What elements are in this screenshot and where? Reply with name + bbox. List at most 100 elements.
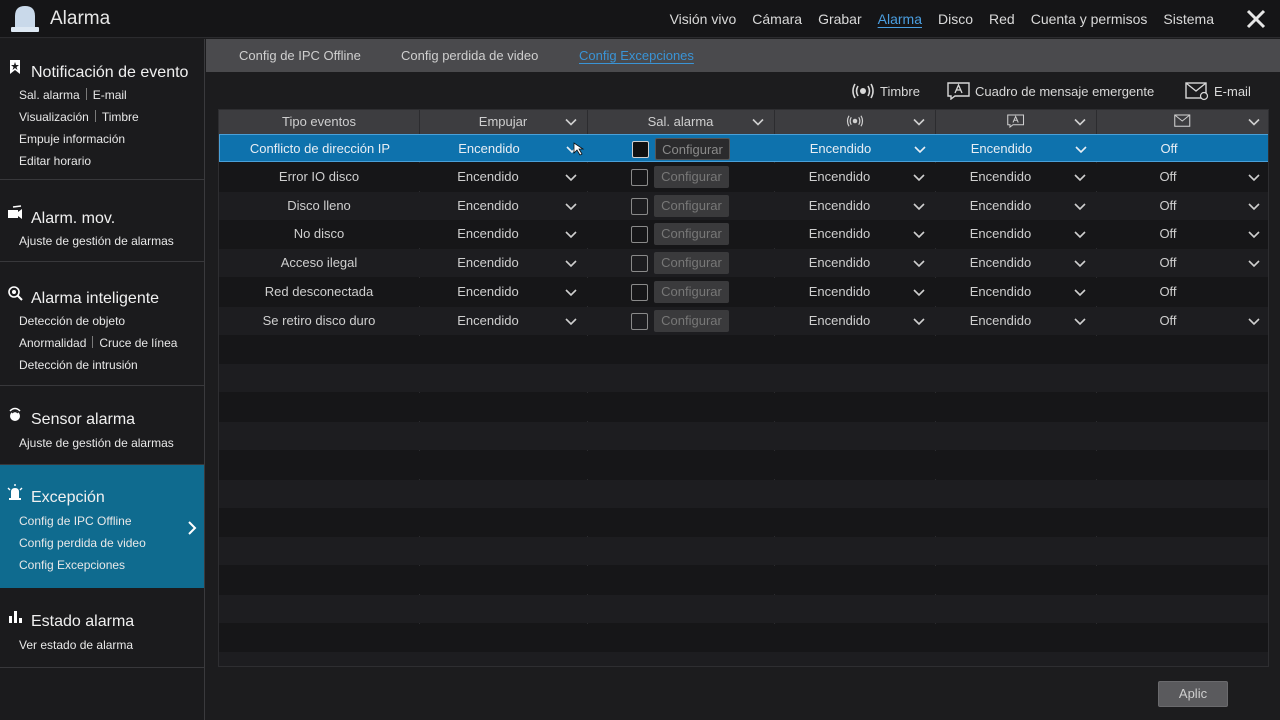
table-row[interactable]: Conflicto de dirección IP Encendido Encend… xyxy=(219,134,1268,163)
nav-cámara[interactable]: Cámara xyxy=(752,11,802,27)
sidebar-item[interactable]: Detección de objeto xyxy=(19,314,125,328)
popup-select[interactable]: Encendido xyxy=(935,192,1066,220)
configure-button[interactable]: Configurar xyxy=(654,309,729,332)
table-row[interactable]: Se retiro disco duro Encendido Encendido En… xyxy=(219,306,1268,335)
buzzer-select[interactable]: Encendido xyxy=(774,220,905,248)
sidebar-item[interactable]: Cruce de línea xyxy=(99,336,177,350)
buzzer-select[interactable]: Encendido xyxy=(774,307,905,335)
configure-button[interactable]: Configurar xyxy=(654,281,729,303)
nav-cuenta-y-permisos[interactable]: Cuenta y permisos xyxy=(1031,11,1148,27)
nav-red[interactable]: Red xyxy=(989,11,1015,27)
motion-icon xyxy=(8,205,22,219)
sidebar-group-title[interactable]: Estado alarma xyxy=(31,613,134,631)
chevron-down-icon xyxy=(1248,174,1260,181)
nav-grabar[interactable]: Grabar xyxy=(818,11,862,27)
chevron-down-icon xyxy=(1248,318,1260,325)
table-row[interactable]: Red desconectada Encendido Encendido Encend… xyxy=(219,278,1268,306)
popup-select[interactable]: Encendido xyxy=(936,135,1067,163)
nav-disco[interactable]: Disco xyxy=(938,11,973,27)
email-select[interactable]: Off xyxy=(1097,135,1241,163)
push-select[interactable]: Encendido xyxy=(419,163,557,191)
sidebar-item[interactable]: Empuje información xyxy=(19,132,125,146)
email-select[interactable]: Off xyxy=(1096,307,1240,335)
sidebar-item[interactable]: Sal. alarma xyxy=(19,88,80,102)
subtab-2[interactable]: Config Excepciones xyxy=(579,48,694,63)
nav-visión-vivo[interactable]: Visión vivo xyxy=(670,11,737,27)
push-select[interactable]: Encendido xyxy=(420,135,558,163)
close-icon[interactable] xyxy=(1244,7,1268,31)
header-chevron-down-icon[interactable] xyxy=(752,117,764,127)
subtab-1[interactable]: Config perdida de video xyxy=(401,48,538,63)
sidebar-item[interactable]: Timbre xyxy=(102,110,139,124)
header-chevron-down-icon[interactable] xyxy=(913,117,925,127)
alarm-out-checkbox[interactable] xyxy=(631,284,648,301)
popup-select[interactable]: Encendido xyxy=(935,278,1066,306)
chevron-down-icon xyxy=(913,203,925,210)
table-row[interactable]: No disco Encendido Encendido Encendido Off Co… xyxy=(219,220,1268,249)
nav-alarma[interactable]: Alarma xyxy=(878,11,922,27)
header-chevron-down-icon[interactable] xyxy=(1248,117,1260,127)
email-select[interactable]: Off xyxy=(1096,278,1240,306)
configure-button[interactable]: Configurar xyxy=(654,223,729,246)
sidebar-group-title[interactable]: Notificación de evento xyxy=(31,64,188,82)
sidebar-item[interactable]: Detección de intrusión xyxy=(19,358,138,372)
push-select[interactable]: Encendido xyxy=(419,307,557,335)
apply-button[interactable]: Aplic xyxy=(1158,681,1228,707)
sidebar-item[interactable]: Ver estado de alarma xyxy=(19,638,133,652)
email-select[interactable]: Off xyxy=(1096,192,1240,220)
sidebar-item[interactable]: Visualización xyxy=(19,110,89,124)
buzzer-select[interactable]: Encendido xyxy=(774,278,905,306)
push-select[interactable]: Encendido xyxy=(419,220,557,248)
popup-select[interactable]: Encendido xyxy=(935,220,1066,248)
nav-sistema[interactable]: Sistema xyxy=(1163,11,1214,27)
alarm-out-checkbox[interactable] xyxy=(631,168,648,186)
sidebar-item[interactable]: Config perdida de video xyxy=(19,536,146,550)
push-select[interactable]: Encendido xyxy=(419,249,557,277)
email-select[interactable]: Off xyxy=(1096,220,1240,248)
chevron-down-icon xyxy=(565,260,577,268)
sidebar-item[interactable]: Ajuste de gestión de alarmas xyxy=(19,436,174,450)
subtab-0[interactable]: Config de IPC Offline xyxy=(239,48,361,63)
popup-select[interactable]: Encendido xyxy=(935,307,1066,335)
sidebar-group-title[interactable]: Alarm. mov. xyxy=(31,210,115,228)
buzzer-select[interactable]: Encendido xyxy=(774,192,905,220)
configure-button[interactable]: Configurar xyxy=(654,165,729,188)
sidebar-item[interactable]: Anormalidad xyxy=(19,336,86,350)
chevron-down-icon xyxy=(565,203,577,210)
table-row[interactable]: Disco lleno Encendido Encendido Encendido Of… xyxy=(219,191,1268,220)
sidebar-item[interactable]: Config de IPC Offline xyxy=(19,514,132,528)
header-cell xyxy=(1096,110,1268,134)
buzzer-select[interactable]: Encendido xyxy=(774,163,905,191)
email-select[interactable]: Off xyxy=(1096,249,1240,277)
email-select[interactable]: Off xyxy=(1096,163,1240,191)
alarm-out-checkbox[interactable] xyxy=(632,141,649,158)
push-select[interactable]: Encendido xyxy=(419,192,557,220)
header-chevron-down-icon[interactable] xyxy=(1074,117,1086,127)
sidebar-item[interactable]: Config Excepciones xyxy=(19,558,125,572)
buzzer-select[interactable]: Encendido xyxy=(775,135,906,163)
header-chevron-down-icon[interactable] xyxy=(565,117,577,127)
sidebar-group-title[interactable]: Sensor alarma xyxy=(31,411,135,429)
configure-button[interactable]: Configurar xyxy=(654,252,729,275)
popup-select[interactable]: Encendido xyxy=(935,163,1066,191)
alarm-out-checkbox[interactable] xyxy=(631,197,648,215)
sidebar-item[interactable]: E-mail xyxy=(93,88,127,102)
popup-select[interactable]: Encendido xyxy=(935,249,1066,277)
table-row[interactable]: Acceso ilegal Encendido Encendido Encendido… xyxy=(219,249,1268,278)
sidebar-group-title[interactable]: Alarma inteligente xyxy=(31,290,159,308)
sidebar-group-title[interactable]: Excepción xyxy=(31,489,105,507)
chevron-down-icon xyxy=(1074,318,1086,325)
table-row[interactable]: Error IO disco Encendido Encendido Encendid… xyxy=(219,162,1268,191)
buzzer-select[interactable]: Encendido xyxy=(774,249,905,277)
push-select[interactable]: Encendido xyxy=(419,278,557,306)
configure-button[interactable]: Configurar xyxy=(655,138,730,160)
alarm-out-checkbox[interactable] xyxy=(631,312,648,330)
alarm-out-checkbox[interactable] xyxy=(631,226,648,244)
sidebar-group-sensor-alarma: Sensor alarma Ajuste de gestión de alarma… xyxy=(0,386,204,465)
sidebar-item[interactable]: Editar horario xyxy=(19,154,91,168)
configure-button[interactable]: Configurar xyxy=(654,194,729,217)
header-cell: Sal. alarma xyxy=(647,114,714,129)
alarm-out-checkbox[interactable] xyxy=(631,255,648,273)
sidebar-item[interactable]: Ajuste de gestión de alarmas xyxy=(19,234,174,248)
header-cell: Empujar xyxy=(478,114,528,129)
